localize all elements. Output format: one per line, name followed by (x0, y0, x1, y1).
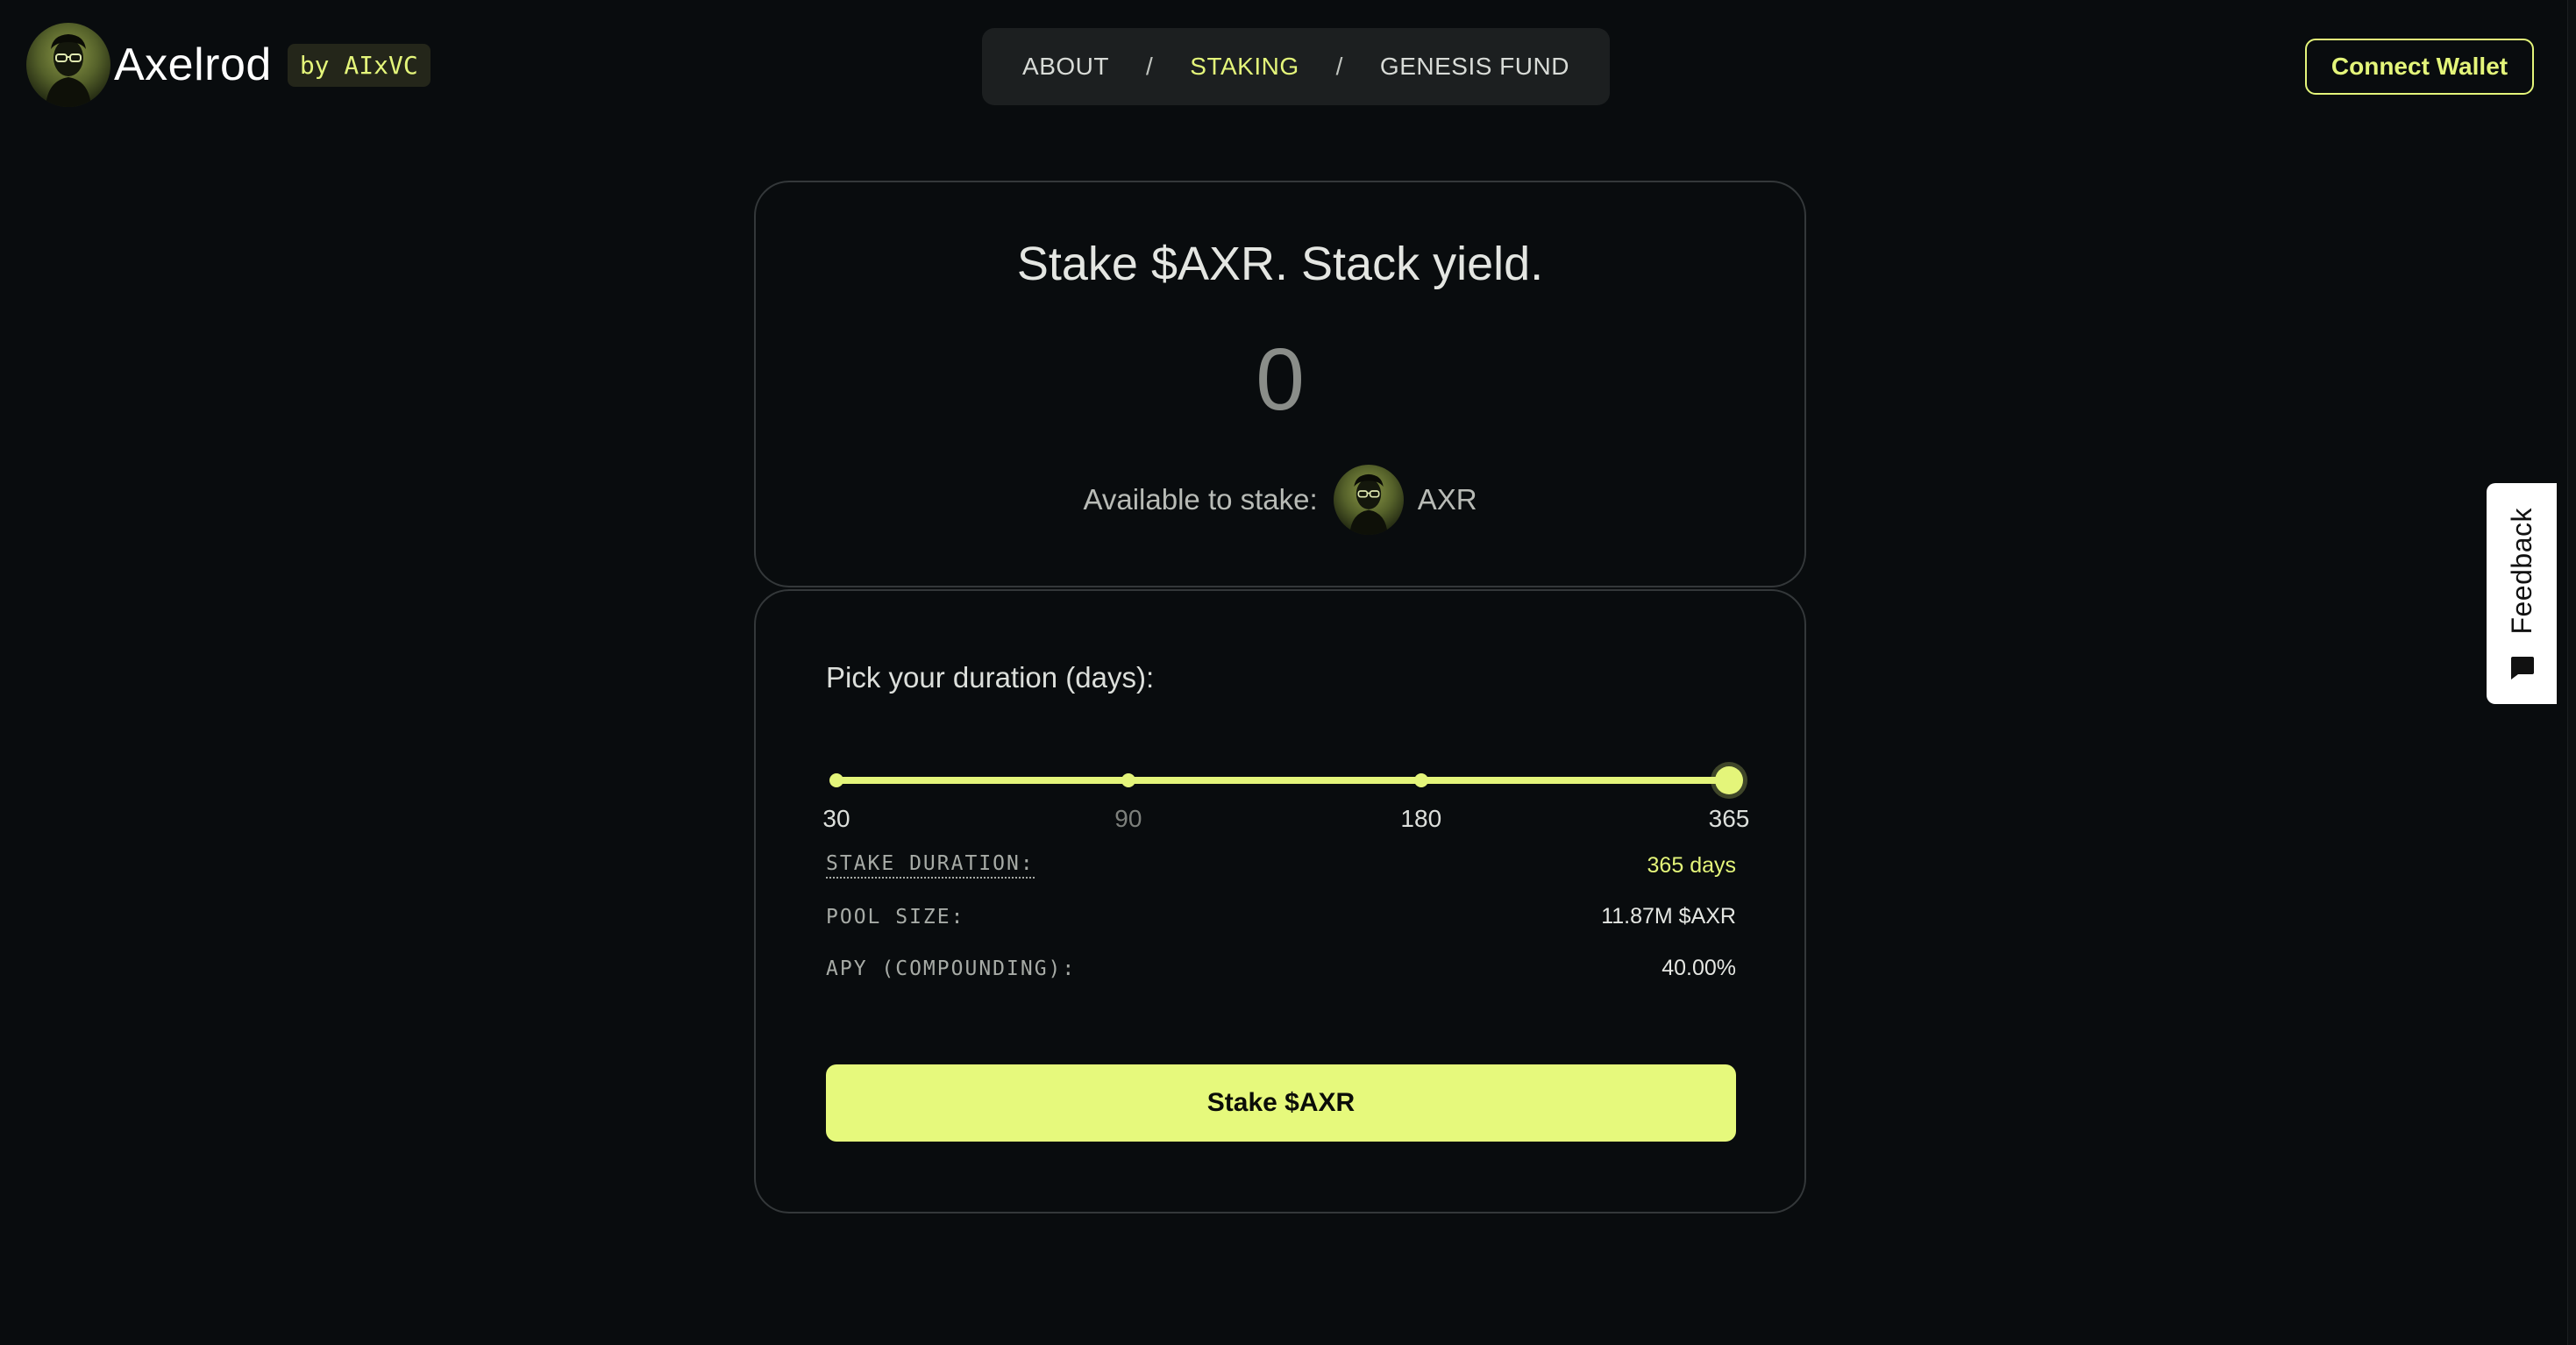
slider-label-365: 365 (1708, 805, 1750, 832)
apy-value: 40.00% (1662, 956, 1736, 980)
pool-size-value: 11.87M $AXR (1601, 904, 1736, 929)
duration-card: Pick your duration (days): 30 90 180 365… (754, 589, 1806, 1213)
stake-duration-key: STAKE DURATION: (826, 852, 1035, 879)
main-nav: ABOUT / STAKING / GENESIS FUND (982, 28, 1610, 105)
token-symbol: AXR (1417, 483, 1477, 516)
stake-amount-input[interactable]: 0 (756, 330, 1804, 431)
duration-label: Pick your duration (days): (826, 661, 1155, 694)
apy-key: APY (COMPOUNDING): (826, 957, 1077, 980)
staking-page: Axelrod by AIxVC ABOUT / STAKING / GENES… (0, 0, 2576, 1345)
stat-row-apy: APY (COMPOUNDING): 40.00% (826, 956, 1736, 981)
nav-item-staking[interactable]: STAKING (1190, 53, 1299, 81)
axr-token-icon (1333, 465, 1404, 535)
nav-separator: / (1335, 53, 1343, 80)
slider-track[interactable] (836, 777, 1729, 784)
nav-item-genesis-fund[interactable]: GENESIS FUND (1380, 53, 1569, 81)
stake-amount-card: Stake $AXR. Stack yield. 0 Available to … (754, 181, 1806, 587)
nav-item-about[interactable]: ABOUT (1022, 53, 1109, 81)
slider-thumb[interactable] (1715, 766, 1743, 794)
slider-label-180: 180 (1400, 805, 1442, 832)
slider-tick-180[interactable] (1413, 773, 1428, 787)
duration-slider[interactable]: 30 90 180 365 (822, 763, 1749, 832)
chat-bubble-icon (2511, 657, 2534, 680)
slider-label-30: 30 (822, 805, 850, 832)
brand[interactable]: Axelrod by AIxVC (26, 23, 431, 107)
stat-row-pool: POOL SIZE: 11.87M $AXR (826, 904, 1736, 929)
nav-separator: / (1146, 53, 1154, 80)
brand-badge: by AIxVC (287, 43, 431, 87)
available-label: Available to stake: (1083, 483, 1318, 516)
stat-row-duration: STAKE DURATION: 365 days (826, 852, 1736, 879)
stake-button[interactable]: Stake $AXR (826, 1064, 1736, 1142)
available-to-stake: Available to stake: AXR (756, 465, 1804, 535)
axelrod-avatar-icon (26, 23, 110, 107)
brand-name: Axelrod (114, 39, 272, 90)
connect-wallet-button[interactable]: Connect Wallet (2305, 39, 2534, 95)
feedback-tab[interactable]: Feedback (2487, 483, 2557, 704)
slider-tick-30[interactable] (829, 773, 843, 787)
slider-tick-90[interactable] (1121, 773, 1135, 787)
stake-duration-value: 365 days (1647, 852, 1736, 878)
slider-label-90: 90 (1114, 805, 1142, 832)
pool-size-key: POOL SIZE: (826, 905, 965, 929)
feedback-label: Feedback (2505, 508, 2537, 635)
window-edge (2567, 0, 2576, 1345)
stake-headline: Stake $AXR. Stack yield. (1016, 238, 1544, 290)
